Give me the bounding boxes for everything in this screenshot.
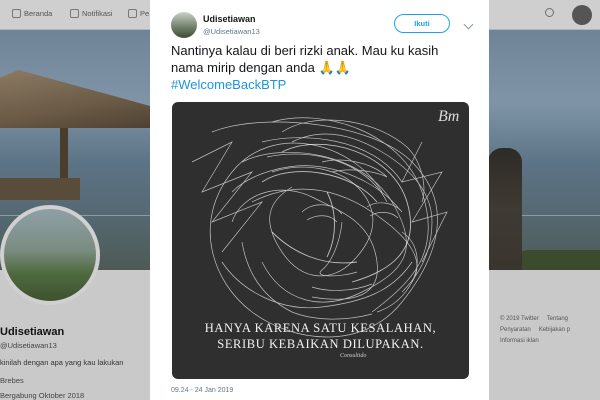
nav-notifications[interactable]: Notifikasi bbox=[70, 9, 112, 18]
nav-notifications-label: Notifikasi bbox=[82, 9, 113, 18]
tweet-author-handle[interactable]: @Udisetiawan13 bbox=[203, 27, 260, 36]
image-caption-line-1: HANYA KARENA SATU KESALAHAN, bbox=[204, 321, 437, 335]
nav-messages[interactable]: Pe bbox=[128, 9, 149, 18]
nav-messages-label: Pe bbox=[140, 9, 150, 18]
footer-link-terms[interactable]: Penyaratan bbox=[500, 325, 531, 336]
chevron-down-icon[interactable] bbox=[463, 19, 474, 30]
footer-copyright: © 2019 Twitter bbox=[500, 316, 539, 322]
site-footer: © 2019 Twitter Tentang Penyaratan Kebijaka… bbox=[500, 314, 600, 347]
follow-button[interactable]: Ikuti bbox=[394, 14, 450, 33]
tweet-emoji: 🙏🙏 bbox=[318, 60, 351, 75]
tweet-image[interactable]: Bm HANYA KARENA SATU KESALAHAN, SERIBU K… bbox=[172, 102, 469, 379]
profile-location: Brebes bbox=[0, 376, 24, 385]
footer-link-privacy[interactable]: Kebijakan p bbox=[539, 325, 570, 336]
home-icon bbox=[12, 9, 21, 18]
tweet-timestamp[interactable]: 09.24 - 24 Jan 2019 bbox=[171, 387, 233, 394]
tweet-modal: Udisetiawan @Udisetiawan13 Ikuti Nantiny… bbox=[150, 0, 489, 400]
profile-avatar[interactable] bbox=[0, 205, 100, 305]
bell-icon bbox=[70, 9, 79, 18]
profile-bio: kinilah dengan apa yang kau lakukan bbox=[0, 358, 124, 367]
profile-joined: Bergabung Oktober 2018 bbox=[0, 391, 85, 400]
nav-home-label: Beranda bbox=[24, 9, 53, 18]
image-watermark: Bm bbox=[438, 108, 460, 125]
footer-link-about[interactable]: Tentang bbox=[547, 314, 568, 325]
tweet-author-avatar[interactable] bbox=[171, 12, 197, 38]
envelope-icon bbox=[128, 9, 137, 18]
tweet-hashtag-link[interactable]: #WelcomeBackBTP bbox=[171, 77, 286, 92]
tweet-author-name[interactable]: Udisetiawan bbox=[203, 14, 256, 24]
hut-illustration bbox=[0, 60, 150, 200]
search-icon[interactable] bbox=[545, 8, 554, 17]
image-signature: Consultido bbox=[340, 353, 367, 359]
image-caption-line-2: SERIBU KEBAIKAN DILUPAKAN. bbox=[217, 337, 424, 351]
nav-home[interactable]: Beranda bbox=[12, 9, 52, 18]
footer-link-ads[interactable]: Informasi iklan bbox=[500, 336, 539, 347]
account-avatar[interactable] bbox=[572, 5, 592, 25]
profile-handle: @Udisetiawan13 bbox=[0, 341, 57, 350]
profile-name[interactable]: Udisetiawan bbox=[0, 326, 64, 338]
tweet-body: Nantinya kalau di beri rizki anak. Mau k… bbox=[171, 43, 439, 75]
tweet-text: Nantinya kalau di beri rizki anak. Mau k… bbox=[171, 42, 471, 76]
